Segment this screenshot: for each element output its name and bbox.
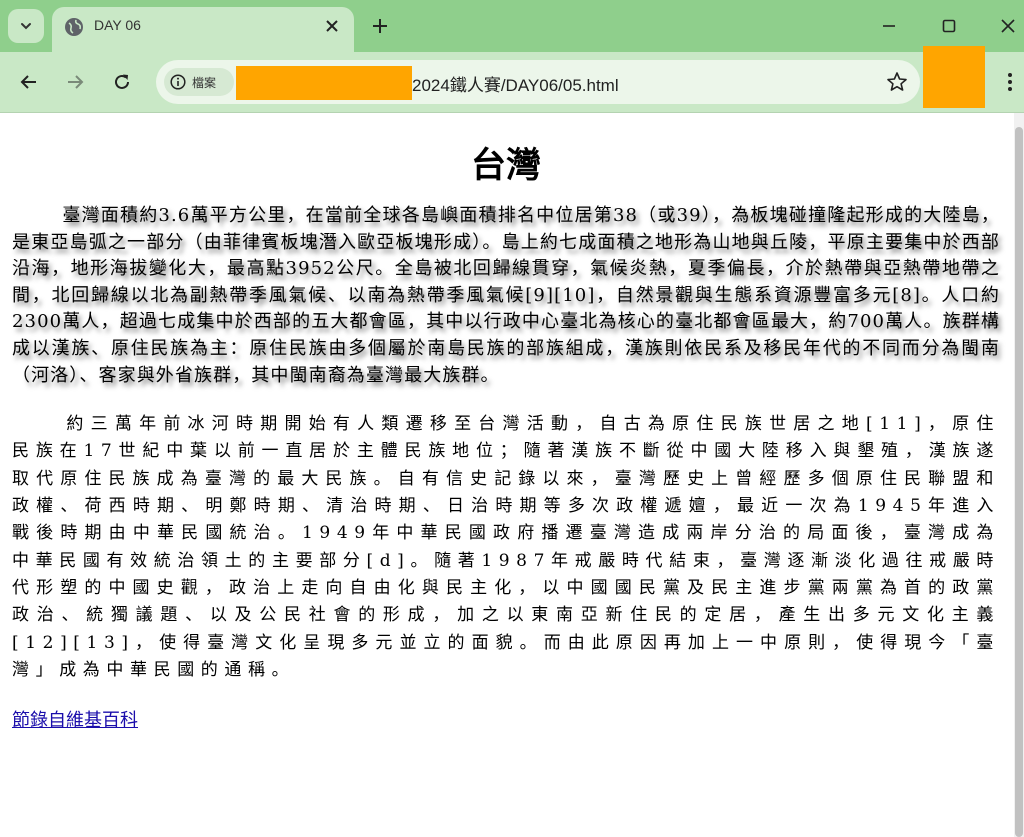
browser-toolbar: 檔案 2024鐵人賽/DAY06/05.html bbox=[0, 46, 1024, 113]
globe-icon bbox=[65, 18, 83, 36]
redacted-url-part bbox=[236, 66, 412, 100]
maximize-icon bbox=[942, 19, 956, 33]
page-title: 台灣 bbox=[470, 146, 541, 186]
site-chip-label: 檔案 bbox=[192, 75, 217, 90]
tab-close-button[interactable] bbox=[322, 16, 342, 36]
tab-search-button[interactable] bbox=[8, 9, 44, 43]
browser-tab[interactable]: DAY 06 bbox=[52, 7, 354, 52]
paragraph-geography: 臺灣面積約3.6萬平方公里，在當前全球各島嶼面積排名中位居第38（或39），為板… bbox=[12, 205, 1000, 386]
back-button[interactable] bbox=[16, 69, 42, 95]
more-vert-icon bbox=[1008, 73, 1012, 91]
info-icon bbox=[170, 74, 186, 90]
paragraph-history: 約三萬年前冰河時期開始有人類遷移至台灣活動，自古為原住民族世居之地[11]，原住… bbox=[12, 414, 1000, 680]
close-icon bbox=[1001, 19, 1015, 33]
page-content: 台灣 臺灣面積約3.6萬平方公里，在當前全球各島嶼面積排名中位居第38（或39）… bbox=[12, 113, 1000, 732]
maximize-button[interactable] bbox=[937, 14, 961, 38]
source-link[interactable]: 節錄自維基百科 bbox=[12, 706, 138, 732]
close-icon bbox=[326, 20, 338, 32]
forward-button[interactable] bbox=[62, 69, 88, 95]
page-viewport: 台灣 臺灣面積約3.6萬平方公里，在當前全球各島嶼面積排名中位居第38（或39）… bbox=[0, 113, 1024, 837]
reload-icon bbox=[115, 74, 129, 89]
scrollbar-thumb[interactable] bbox=[1015, 127, 1023, 837]
chevron-down-icon bbox=[21, 23, 31, 30]
profile-avatar[interactable] bbox=[923, 46, 985, 108]
minimize-icon bbox=[883, 25, 895, 27]
vertical-scrollbar[interactable] bbox=[1014, 113, 1024, 837]
tab-strip: DAY 06 bbox=[0, 0, 1024, 52]
address-bar[interactable]: 檔案 2024鐵人賽/DAY06/05.html bbox=[156, 60, 920, 104]
reload-button[interactable] bbox=[109, 69, 135, 95]
url-text: 2024鐵人賽/DAY06/05.html bbox=[412, 76, 619, 95]
browser-menu-button[interactable] bbox=[998, 68, 1022, 96]
plus-icon bbox=[373, 19, 387, 33]
site-info-chip[interactable]: 檔案 bbox=[164, 68, 234, 96]
back-arrow-icon bbox=[20, 75, 36, 89]
window-close-button[interactable] bbox=[996, 14, 1020, 38]
forward-arrow-icon bbox=[68, 75, 84, 89]
tab-title: DAY 06 bbox=[94, 17, 141, 33]
minimize-button[interactable] bbox=[877, 14, 901, 38]
new-tab-button[interactable] bbox=[368, 14, 392, 38]
star-icon[interactable] bbox=[886, 71, 908, 93]
